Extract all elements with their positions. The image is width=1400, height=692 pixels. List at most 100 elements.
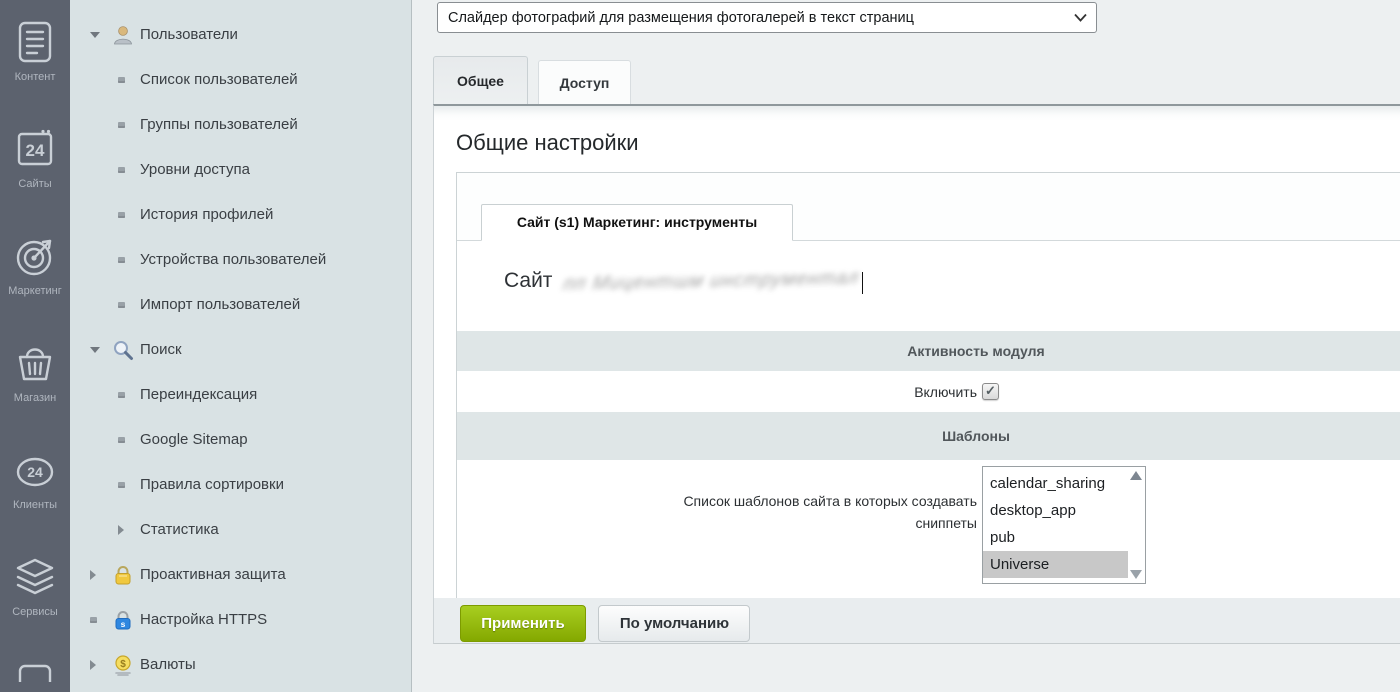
menu-item-label: Список пользователей (140, 71, 298, 88)
module-select[interactable]: Слайдер фотографий для размещения фотога… (437, 2, 1097, 33)
sidebar-item-label: Сайты (18, 178, 51, 190)
sidebar-item-services[interactable]: Сервисы (0, 555, 70, 662)
menu-item-user-import[interactable]: Импорт пользователей (70, 282, 411, 327)
search-icon (112, 339, 140, 361)
sidebar-item-clients[interactable]: 24 Клиенты (0, 448, 70, 555)
scroll-down-icon[interactable] (1130, 570, 1142, 579)
menu-item-user-list[interactable]: Список пользователей (70, 57, 411, 102)
app-sidebar: Контент24СайтыМаркетингМагазин24КлиентыС… (0, 0, 70, 692)
svg-text:$: $ (120, 659, 126, 670)
menu-item-access-levels[interactable]: Уровни доступа (70, 147, 411, 192)
text-caret (862, 272, 863, 294)
chevron-down-icon (1074, 10, 1087, 26)
menu-item-search[interactable]: Поиск (70, 327, 411, 372)
bullet-icon (118, 167, 140, 173)
menu-item-label: Уровни доступа (140, 161, 250, 178)
bullet-icon (118, 257, 140, 263)
sidebar-item-content[interactable]: Контент (0, 20, 70, 127)
sidebar-item-label: Сервисы (12, 606, 58, 618)
menu-item-label: Устройства пользователей (140, 251, 326, 268)
bullet-icon (90, 617, 112, 623)
action-button-bar: Применить По умолчанию (434, 598, 1400, 643)
templates-options: calendar_sharingdesktop_apppubUniverse (983, 470, 1128, 578)
menu-item-label: Переиндексация (140, 386, 257, 403)
tab-site-s1[interactable]: Сайт (s1) Маркетинг: инструменты (481, 204, 793, 241)
templates-row: Список шаблонов сайта в которых создават… (457, 460, 1400, 584)
bullet-icon (118, 212, 140, 218)
menu-item-sort-rules[interactable]: Правила сортировки (70, 462, 411, 507)
scroll-up-icon[interactable] (1130, 471, 1142, 480)
section-header-templates: Шаблоны (457, 412, 1400, 460)
sites-24-icon: 24 (12, 127, 58, 171)
menu-item-profile-history[interactable]: История профилей (70, 192, 411, 237)
bullet-icon (118, 302, 140, 308)
settings-panel: Сайт (s1) Маркетинг: инструменты Сайт пп… (456, 172, 1400, 627)
enable-checkbox[interactable]: ✓ (982, 383, 999, 400)
module-select-row: Слайдер фотографий для размещения фотога… (412, 0, 1400, 33)
menu-item-label: Правила сортировки (140, 476, 284, 493)
chevron-down-icon (90, 347, 112, 353)
templates-multiselect[interactable]: calendar_sharingdesktop_apppubUniverse (982, 466, 1146, 584)
https-lock-icon: s (112, 609, 140, 631)
document-icon (12, 20, 58, 64)
template-option-desktop_app[interactable]: desktop_app (983, 497, 1128, 524)
lock-icon (112, 564, 140, 586)
menu-item-users[interactable]: Пользователи (70, 12, 411, 57)
tab-general[interactable]: Общее (433, 56, 528, 104)
menu-item-user-devices[interactable]: Устройства пользователей (70, 237, 411, 282)
menu-item-reindex[interactable]: Переиндексация (70, 372, 411, 417)
enable-row: Включить ✓ (457, 371, 1400, 412)
menu-item-label: Валюты (140, 656, 196, 673)
menu-item-label: Импорт пользователей (140, 296, 300, 313)
menu-item-label: Google Sitemap (140, 431, 248, 448)
sidebar-item-label: Маркетинг (8, 285, 61, 297)
enable-label: Включить (914, 384, 977, 400)
templates-label: Список шаблонов сайта в которых создават… (629, 490, 977, 535)
bullet-icon (118, 437, 140, 443)
menu-item-label: Группы пользователей (140, 116, 298, 133)
bullet-icon (118, 392, 140, 398)
target-icon (12, 234, 58, 278)
menu-item-user-groups[interactable]: Группы пользователей (70, 102, 411, 147)
chevron-right-icon (118, 525, 140, 535)
site-tab-strip: Сайт (s1) Маркетинг: инструменты (457, 173, 1400, 241)
sidebar-item-store[interactable]: Магазин (0, 341, 70, 448)
menu-item-currencies[interactable]: $ Валюты (70, 642, 411, 687)
cloud-24-icon: 24 (12, 448, 58, 492)
menu-item-label: Проактивная защита (140, 566, 286, 583)
bullet-icon (118, 482, 140, 488)
tab-access[interactable]: Доступ (538, 60, 631, 104)
listbox-scrollbar[interactable] (1129, 471, 1143, 579)
template-option-universe[interactable]: Universe (983, 551, 1128, 578)
menu-item-statistics[interactable]: Статистика (70, 507, 411, 552)
module-select-value: Слайдер фотографий для размещения фотога… (448, 10, 914, 26)
menu-item-google-sitemap[interactable]: Google Sitemap (70, 417, 411, 462)
page-title: Общие настройки (456, 130, 1400, 156)
menu-item-proactive[interactable]: Проактивная защита (70, 552, 411, 597)
menu-item-https-settings[interactable]: s Настройка HTTPS (70, 597, 411, 642)
menu-item-label: Настройка HTTPS (140, 611, 267, 628)
chevron-right-icon (90, 570, 112, 580)
menu-item-label: Пользователи (140, 26, 238, 43)
sidebar-item-marketing[interactable]: Маркетинг (0, 234, 70, 341)
menu-item-label: Статистика (140, 521, 219, 538)
svg-text:24: 24 (26, 141, 45, 160)
chevron-right-icon (90, 660, 112, 670)
user-icon (112, 24, 140, 46)
chevron-down-icon (90, 32, 112, 38)
currency-icon: $ (112, 654, 140, 676)
apply-button[interactable]: Применить (460, 605, 586, 642)
admin-menu: Пользователи Список пользователей Группы п… (70, 0, 412, 692)
menu-item-label: Поиск (140, 341, 182, 358)
sidebar-item-label: Клиенты (13, 499, 57, 511)
template-option-calendar_sharing[interactable]: calendar_sharing (983, 470, 1128, 497)
template-option-pub[interactable]: pub (983, 524, 1128, 551)
default-button[interactable]: По умолчанию (598, 605, 750, 642)
sidebar-item-sites[interactable]: 24 Сайты (0, 127, 70, 234)
svg-text:s: s (121, 619, 126, 629)
sidebar-item-partial[interactable] (0, 662, 70, 692)
bullet-icon (118, 122, 140, 128)
layers-icon (12, 555, 58, 599)
censored-site-name: пп Мицентшм инструментал (562, 266, 861, 296)
site-label: Сайт (504, 269, 552, 293)
